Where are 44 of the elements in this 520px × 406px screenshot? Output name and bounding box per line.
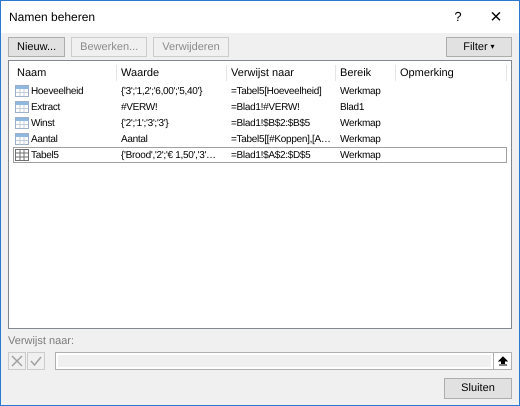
table-cell-text: Werkmap [340, 132, 381, 146]
table-cell-text: =Tabel5[Hoeveelheid] [231, 84, 322, 98]
cancel-icon[interactable] [8, 352, 26, 370]
help-button[interactable]: ? [443, 7, 473, 27]
confirm-icon[interactable] [27, 352, 45, 370]
name-row[interactable]: Hoeveelheid {'3';'1,2';'6,00';'5,40'} =Tabel5[Hoeveelheid] Werkmap [13, 83, 507, 99]
table-cell-text: Hoeveelheid [31, 84, 84, 98]
table-cell-text: {'Brood','2';'€ 1,50','3'… [121, 148, 216, 162]
table-cell-text: Aantal [31, 132, 58, 146]
column-header[interactable]: Waarde [121, 64, 160, 82]
toolbar-button[interactable]: Nieuw... [8, 37, 66, 57]
close-button[interactable]: × [473, 7, 519, 27]
table-cell-text: =Blad1!$B$2:$B$5 [231, 116, 310, 130]
close-dialog-button[interactable]: Sluiten [444, 378, 512, 399]
table-cell-text: Tabel5 [31, 148, 59, 162]
table-cell-text: Werkmap [340, 116, 381, 130]
column-header[interactable]: Opmerking [400, 64, 454, 82]
name-icon [15, 101, 29, 113]
name-row[interactable]: Winst {'2';'1';'3';'3'} =Blad1!$B$2:$B$5 Werkmap [13, 115, 507, 131]
table-cell-text: Aantal [121, 132, 148, 146]
column-header[interactable]: Bereik [340, 64, 372, 82]
name-row[interactable]: Aantal Aantal =Tabel5[[#Koppen],[A… Werkmap [13, 131, 507, 147]
refers-to-label: Verwijst naar: [8, 334, 76, 349]
table-cell-text: {'3';'1,2';'6,00';'5,40'} [121, 84, 202, 98]
table-cell-text: #VERW! [121, 100, 158, 114]
window-title: Namen beheren [9, 9, 96, 26]
table-cell-text: Extract [31, 100, 60, 114]
column-header[interactable]: Naam [17, 64, 46, 82]
table-cell-text: Winst [31, 116, 55, 130]
name-row[interactable]: Tabel5 {'Brood','2';'€ 1,50','3'… =Blad1!$A$2:$D$5 Werkmap [13, 147, 507, 163]
table-cell-text: Werkmap [340, 84, 381, 98]
table-cell-text: {'2';'1';'3';'3'} [121, 116, 168, 130]
table-cell-text: =Tabel5[[#Koppen],[A… [231, 132, 331, 146]
name-icon [15, 117, 29, 129]
table-cell-text: Werkmap [340, 148, 381, 162]
column-header[interactable]: Verwijst naar [231, 64, 294, 82]
table-cell-text: =Blad1!#VERW! [231, 100, 300, 114]
name-icon [15, 133, 29, 145]
filter-button[interactable]: Filter ▾ [446, 37, 512, 57]
table-cell-text: =Blad1!$A$2:$D$5 [231, 148, 310, 162]
table-icon [15, 149, 29, 161]
name-row[interactable]: Extract #VERW! =Blad1!#VERW! Blad1 [13, 99, 507, 115]
table-cell-text: Blad1 [340, 100, 364, 114]
name-icon [15, 85, 29, 97]
